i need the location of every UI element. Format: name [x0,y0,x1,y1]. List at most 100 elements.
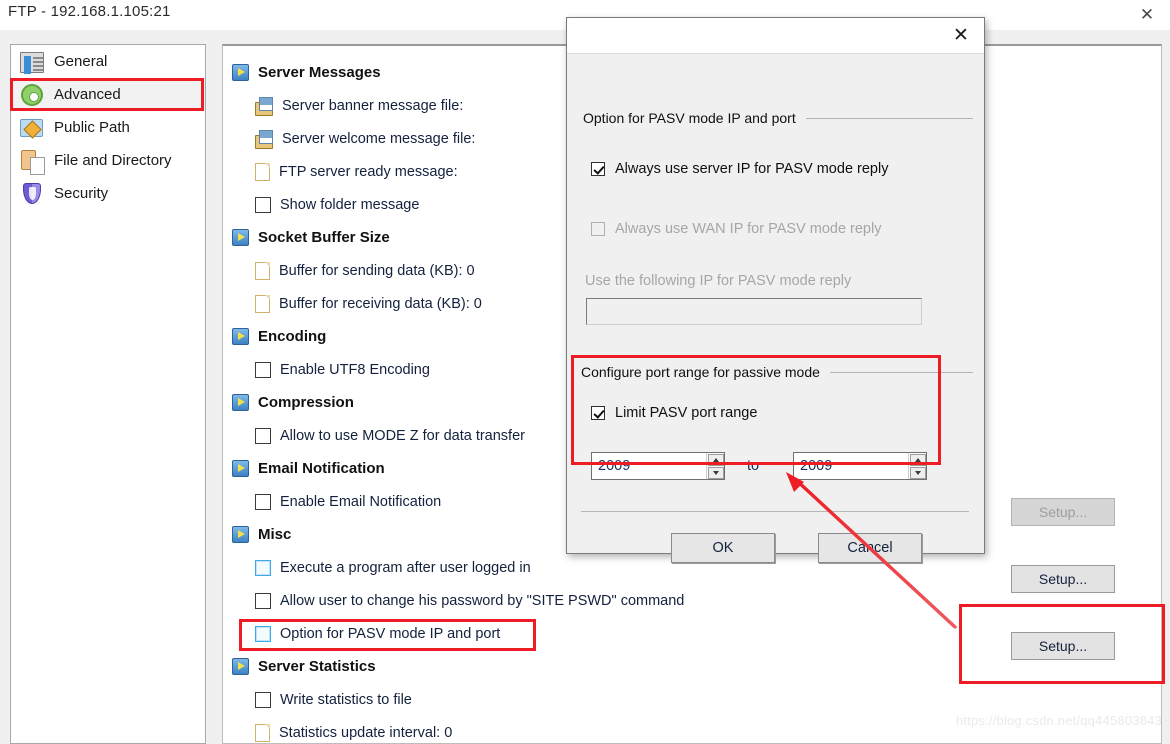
checkbox-box[interactable] [591,162,605,176]
sidebar-item-general[interactable]: General [11,45,205,78]
checkbox-box[interactable] [255,592,271,609]
group-server-statistics[interactable]: Server Statistics [227,650,987,683]
cancel-button-label: Cancel [847,540,893,556]
sidebar: General Advanced Public Path File and Di… [10,44,206,744]
group-caption-pasv-ip-port: Option for PASV mode IP and port [583,110,973,126]
setup-button-label: Setup... [1038,504,1088,520]
checkbox-box[interactable] [255,427,271,444]
spinner-down-arrow-icon[interactable] [909,466,926,479]
checkbox-label: Always use WAN IP for PASV mode reply [615,221,882,237]
sidebar-item-file-and-directory[interactable]: File and Directory [11,144,205,177]
message-file-icon [255,96,273,116]
checkbox-option-pasv-mode-ip-and-port[interactable]: Option for PASV mode IP and port [227,617,987,650]
document-icon [255,162,270,181]
group-label: Server Messages [258,64,381,81]
ok-button[interactable]: OK [671,533,775,563]
setting-label: Show folder message [280,196,420,213]
range-to-label: to [747,458,760,474]
setting-label: Write statistics to file [280,691,412,708]
spinner-down-arrow-icon[interactable] [707,466,724,479]
checkbox-always-use-server-ip[interactable]: Always use server IP for PASV mode reply [591,161,888,177]
checkbox-write-statistics-to-file[interactable]: Write statistics to file [227,683,987,716]
group-label: Email Notification [258,460,385,477]
setup-button-pasv-mode[interactable]: Setup... [1011,632,1115,660]
setting-label: Buffer for sending data (KB): 0 [279,262,475,279]
folder-shared-icon [19,115,45,141]
clipboard-file-icon [19,148,45,175]
port-from-spinner[interactable]: 2009 [591,452,725,480]
checkbox-box[interactable] [255,196,271,213]
setting-label: Server banner message file: [282,97,464,114]
close-icon[interactable]: ✕ [1130,2,1164,26]
group-caption-label: Configure port range for passive mode [581,364,820,380]
checkbox-limit-pasv-port-range[interactable]: Limit PASV port range [591,405,757,421]
checkbox-box[interactable] [255,625,271,642]
play-group-icon [232,460,249,477]
ip-field-label: Use the following IP for PASV mode reply [585,273,852,289]
app-root: FTP - 192.168.1.105:21 ✕ General Advance… [0,0,1170,744]
setup-button-label: Setup... [1038,571,1088,587]
play-group-icon [232,526,249,543]
dialog-divider [581,511,969,512]
setup-button-site-pswd[interactable]: Setup... [1011,565,1115,593]
play-group-icon [232,328,249,345]
group-label: Server Statistics [258,658,376,675]
checkbox-allow-site-pswd[interactable]: Allow user to change his password by "SI… [227,584,987,617]
setup-button-execute-program[interactable]: Setup... [1011,498,1115,526]
group-label: Encoding [258,328,327,345]
sidebar-item-security[interactable]: Security [11,177,205,210]
spinner-arrows[interactable] [706,453,724,479]
group-caption-label: Option for PASV mode IP and port [583,110,796,126]
group-label: Compression [258,394,354,411]
document-icon [255,294,270,313]
pasv-options-dialog: ✕ Option for PASV mode IP and port Alway… [566,17,985,563]
play-group-icon [232,229,249,246]
setting-label: Enable Email Notification [280,493,442,510]
page-title: FTP - 192.168.1.105:21 [8,3,171,20]
checkbox-box [591,222,605,236]
document-icon [255,723,270,742]
setting-label: Option for PASV mode IP and port [280,625,501,642]
setting-label: Buffer for receiving data (KB): 0 [279,295,482,312]
cancel-button[interactable]: Cancel [818,533,922,563]
watermark: https://blog.csdn.net/qq445803843 [955,713,1162,728]
port-to-spinner[interactable]: 2009 [793,452,927,480]
setting-label: Server welcome message file: [282,130,476,147]
spinner-arrows[interactable] [908,453,926,479]
setting-label: Allow to use MODE Z for data transfer [280,427,525,444]
checkbox-box[interactable] [255,361,271,378]
sidebar-item-label: Advanced [54,86,121,103]
checkbox-box[interactable] [255,559,271,576]
checkbox-label: Always use server IP for PASV mode reply [615,161,889,177]
play-group-icon [232,658,249,675]
port-to-value[interactable]: 2009 [794,458,908,474]
setting-statistics-update-interval[interactable]: Statistics update interval: 0 [227,716,987,743]
document-icon [255,261,270,280]
setup-button-label: Setup... [1038,638,1088,654]
setting-label: Statistics update interval: 0 [279,724,453,741]
sidebar-item-label: Security [54,185,109,202]
group-caption-port-range: Configure port range for passive mode [581,364,973,380]
pasv-ip-input[interactable] [586,298,922,325]
port-from-value[interactable]: 2009 [592,458,706,474]
shield-icon [19,181,45,207]
dialog-title-bar: ✕ [567,18,984,54]
divider [805,117,973,119]
checkbox-box[interactable] [255,691,271,708]
checkbox-box[interactable] [255,493,271,510]
sidebar-item-label: Public Path [54,119,130,136]
sidebar-item-advanced[interactable]: Advanced [11,78,205,111]
sidebar-item-public-path[interactable]: Public Path [11,111,205,144]
sidebar-item-label: File and Directory [54,152,172,169]
document-columns-icon [19,49,45,75]
dialog-body: Option for PASV mode IP and port Always … [567,54,984,563]
ok-button-label: OK [712,540,734,556]
spinner-up-arrow-icon[interactable] [909,453,926,466]
checkbox-always-use-wan-ip: Always use WAN IP for PASV mode reply [591,221,881,237]
divider [829,371,973,373]
checkbox-box[interactable] [591,406,605,420]
group-label: Misc [258,526,292,543]
spinner-up-arrow-icon[interactable] [707,453,724,466]
sidebar-item-label: General [54,53,108,70]
close-icon[interactable]: ✕ [946,23,976,47]
